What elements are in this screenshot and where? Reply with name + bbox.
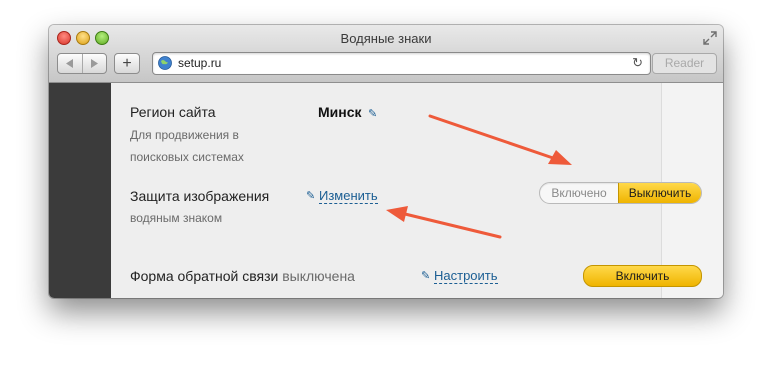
pencil-icon: ✎ — [306, 190, 316, 202]
settings-panel: Регион сайта Для продвижения в поисковых… — [111, 83, 702, 298]
sidebar — [49, 83, 111, 298]
region-label: Регион сайта — [130, 104, 216, 120]
toggle-disable-option[interactable]: Выключить — [618, 183, 701, 203]
change-watermark-link[interactable]: Изменить — [319, 188, 378, 204]
address-bar[interactable]: setup.ru ↻ — [152, 52, 651, 75]
toggle-enabled-option[interactable]: Включено — [540, 183, 618, 203]
image-protection-desc: водяным знаком — [130, 211, 223, 225]
forward-arrow-icon — [91, 59, 99, 68]
back-button[interactable] — [58, 54, 82, 73]
url-text: setup.ru — [178, 56, 222, 70]
globe-icon — [158, 56, 172, 70]
window-title: Водяные знаки — [340, 31, 432, 46]
configure-feedback-link[interactable]: Настроить — [434, 268, 498, 284]
region-value[interactable]: Минск — [318, 104, 362, 120]
forward-button[interactable] — [81, 54, 107, 73]
pencil-icon: ✎ — [421, 270, 431, 282]
browser-window: Водяные знаки + setup.ru ↻ Reader Регион… — [49, 25, 723, 298]
fullscreen-icon[interactable] — [703, 31, 717, 45]
region-desc-line2: поисковых системах — [130, 150, 244, 164]
enable-feedback-button[interactable]: Включить — [583, 265, 702, 287]
edit-region-icon[interactable]: ✎ — [368, 107, 377, 120]
reload-icon[interactable]: ↻ — [632, 55, 643, 71]
plus-icon: + — [122, 54, 132, 72]
watermark-toggle[interactable]: Включено Выключить — [539, 182, 702, 204]
title-bar: Водяные знаки + setup.ru ↻ Reader — [49, 25, 723, 83]
region-desc-line1: Для продвижения в — [130, 128, 239, 142]
feedback-form-label-text: Форма обратной связи — [130, 268, 279, 284]
feedback-form-status: выключена — [282, 268, 355, 284]
image-protection-label: Защита изображения — [130, 188, 270, 204]
reader-button[interactable]: Reader — [652, 53, 717, 74]
back-forward-buttons — [57, 53, 107, 74]
add-bookmark-button[interactable]: + — [114, 53, 140, 74]
feedback-form-label: Форма обратной связи выключена — [130, 268, 355, 284]
back-arrow-icon — [65, 59, 73, 68]
